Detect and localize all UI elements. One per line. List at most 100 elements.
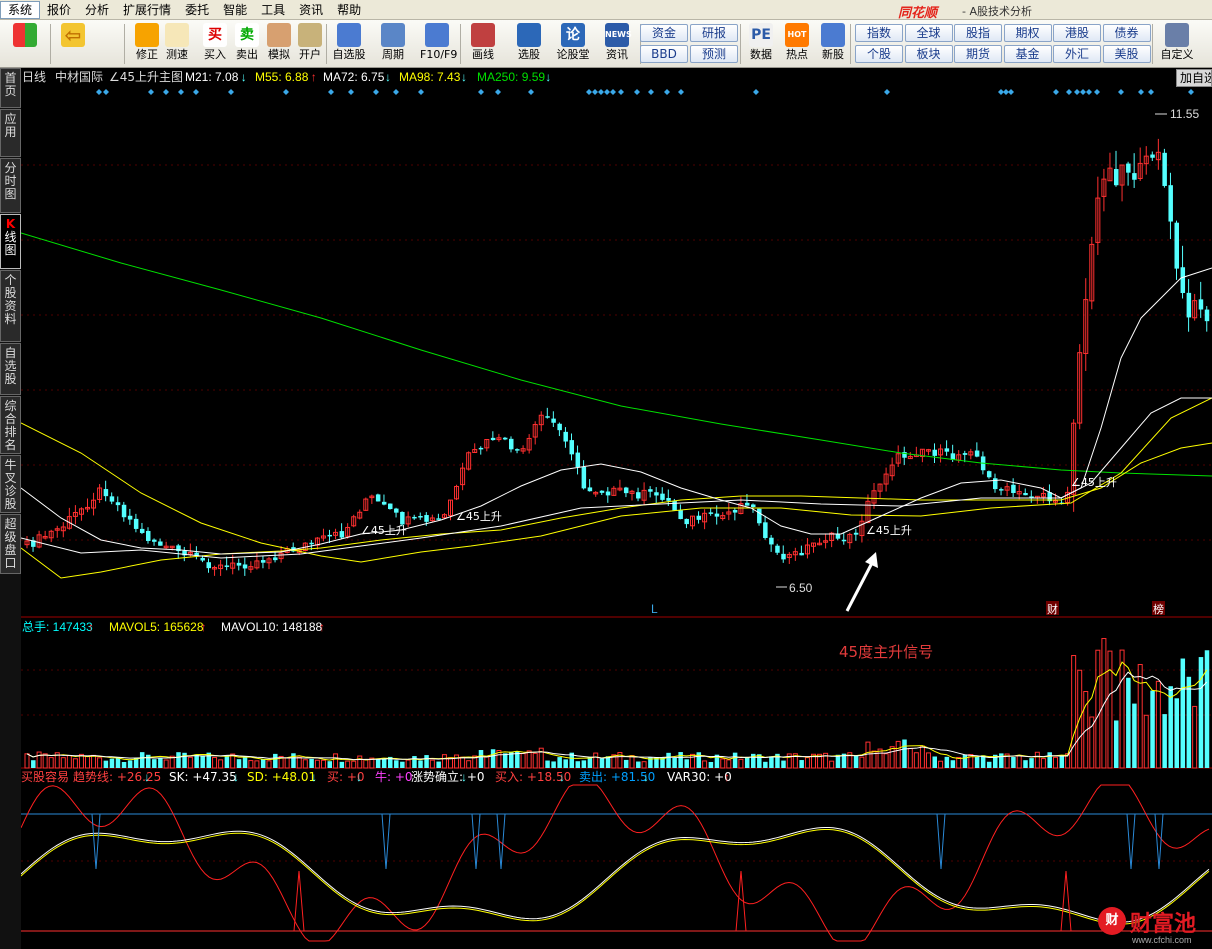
volume-bar-up	[357, 755, 363, 769]
market-button-9[interactable]: 基金	[1003, 45, 1052, 63]
sidebar-tab-5[interactable]: 自选股	[0, 343, 21, 395]
sidebar-tab-2[interactable]: 分时图	[0, 158, 21, 213]
grid-button-3[interactable]: 预测	[690, 45, 738, 63]
sk-line	[21, 826, 1210, 923]
signal-diamond	[1188, 89, 1194, 95]
ma-arrow-2: ↓	[385, 70, 391, 84]
toolbar-sell-button[interactable]: 卖卖出	[230, 22, 264, 66]
candle-body-down	[478, 447, 484, 450]
volume-bar-up	[726, 759, 732, 769]
menu-item-6[interactable]: 工具	[254, 1, 292, 19]
menu-item-5[interactable]: 智能	[216, 1, 254, 19]
market-button-1[interactable]: 全球	[904, 24, 953, 42]
market-button-11[interactable]: 美股	[1102, 45, 1151, 63]
candle-body-down	[944, 448, 950, 452]
market-button-3[interactable]: 期权	[1003, 24, 1052, 42]
volume-bar-down	[291, 753, 296, 768]
toolbar-f10-button[interactable]: F10/F9	[420, 22, 457, 66]
toolbar-label: 周期	[382, 48, 404, 61]
volume-bar-up	[1192, 705, 1198, 769]
toolbar-separator	[740, 24, 741, 64]
candle-body-down	[660, 493, 665, 500]
market-button-8[interactable]: 期货	[954, 45, 1002, 63]
candle-body-down	[509, 438, 514, 450]
volume-bar-down	[236, 759, 242, 768]
candle-body-down	[545, 416, 550, 418]
market-button-2[interactable]: 股指	[954, 24, 1002, 42]
candle-body-down	[1186, 292, 1192, 318]
sidebar-tab-1[interactable]: 应用	[0, 109, 21, 157]
sidebar-tab-char: 超	[4, 517, 17, 531]
menu-item-0[interactable]: 系统	[0, 0, 41, 19]
candle-body-down	[121, 504, 127, 518]
grid-button-0[interactable]: 资金	[640, 24, 688, 42]
toolbar-cycle-button[interactable]: 周期	[376, 22, 410, 66]
volume-bar-up	[938, 760, 944, 769]
toolbar-label: 修正	[136, 48, 158, 61]
menu-item-4[interactable]: 委托	[178, 1, 216, 19]
toolbar-layout-button[interactable]	[8, 22, 42, 66]
toolbar-hot-button[interactable]: HOT 热点	[780, 22, 814, 66]
market-button-5[interactable]: 债券	[1102, 24, 1151, 42]
sidebar-tab-8[interactable]: 超级盘口	[0, 514, 21, 574]
toolbar-news-button[interactable]: NEWS 资讯	[600, 22, 634, 66]
volume-bar-down	[139, 752, 145, 768]
custom-icon	[1165, 23, 1189, 47]
volume-bar-down	[623, 759, 629, 768]
market-button-7[interactable]: 板块	[904, 45, 953, 63]
candle-body-down	[696, 515, 702, 520]
market-button-0[interactable]: 指数	[855, 24, 903, 42]
back-arrow-icon: ⇦	[61, 23, 85, 47]
menu-item-7[interactable]: 资讯	[292, 1, 330, 19]
candle-body-down	[751, 504, 756, 508]
sidebar-tab-7[interactable]: 牛叉诊股	[0, 455, 21, 513]
toolbar-back-arrow-button[interactable]: ⇦	[56, 22, 90, 66]
toolbar-forum-button[interactable]: 论论股堂	[556, 22, 590, 66]
toolbar-clock-button[interactable]: 测速	[160, 22, 194, 66]
sidebar-tab-6[interactable]: 综合排名	[0, 396, 21, 454]
toolbar-star-button[interactable]: 自选股	[332, 22, 366, 66]
menu-item-3[interactable]: 扩展行情	[116, 1, 178, 19]
market-button-6[interactable]: 个股	[855, 45, 903, 63]
menu-item-2[interactable]: 分析	[78, 1, 116, 19]
volume-bar-up	[919, 745, 925, 769]
volume-bar-up	[1107, 650, 1113, 769]
toolbar-screen-button[interactable]: 选股	[512, 22, 546, 66]
volume-bar-down	[1168, 686, 1173, 768]
volume-bar-down	[1204, 650, 1210, 768]
toolbar-pe-button[interactable]: PE 数据	[744, 22, 778, 66]
marker-bang: 榜	[1153, 602, 1164, 616]
volume-bar-down	[339, 761, 345, 768]
add-to-watchlist-button[interactable]: 加自选	[1176, 69, 1212, 87]
f10-icon	[425, 23, 449, 47]
volume-bar-down	[103, 760, 109, 768]
toolbar-buy-button[interactable]: 买买入	[198, 22, 232, 66]
toolbar-lock-button[interactable]: 开户	[293, 22, 327, 66]
volume-bar-down	[853, 755, 859, 768]
toolbar-newstock-button[interactable]: 新股	[816, 22, 850, 66]
toolbar-refresh-button[interactable]: 修正	[130, 22, 164, 66]
market-button-10[interactable]: 外汇	[1053, 45, 1101, 63]
candle-body-down	[327, 534, 332, 537]
toolbar-custom-button[interactable]: 自定义	[1160, 22, 1194, 66]
grid-button-1[interactable]: 研报	[690, 24, 738, 42]
menu-item-1[interactable]: 报价	[40, 1, 78, 19]
market-button-4[interactable]: 港股	[1053, 24, 1101, 42]
toolbar-label: 新股	[822, 48, 844, 61]
volume-bar-down	[1047, 752, 1052, 768]
sidebar-tab-4[interactable]: 个股资料	[0, 270, 21, 342]
menu-item-8[interactable]: 帮助	[330, 1, 368, 19]
sidebar-tab-char: 个	[4, 273, 17, 287]
toolbar-label: 画线	[472, 48, 494, 61]
sidebar-tab-0[interactable]: 首页	[0, 68, 21, 108]
toolbar-pen-button[interactable]: 画线	[466, 22, 500, 66]
candle-body-down	[672, 500, 677, 511]
candle-body-down	[158, 541, 163, 546]
sidebar-tab-3[interactable]: K线图	[0, 214, 21, 269]
volume-bar-up	[284, 757, 290, 769]
grid-button-2[interactable]: BBD	[640, 45, 688, 63]
ind-arrow-3: ↓	[311, 770, 317, 784]
toolbar-hammer-button[interactable]: 模拟	[262, 22, 296, 66]
volume-bar-down	[974, 756, 980, 768]
volume-bar-up	[48, 757, 54, 769]
